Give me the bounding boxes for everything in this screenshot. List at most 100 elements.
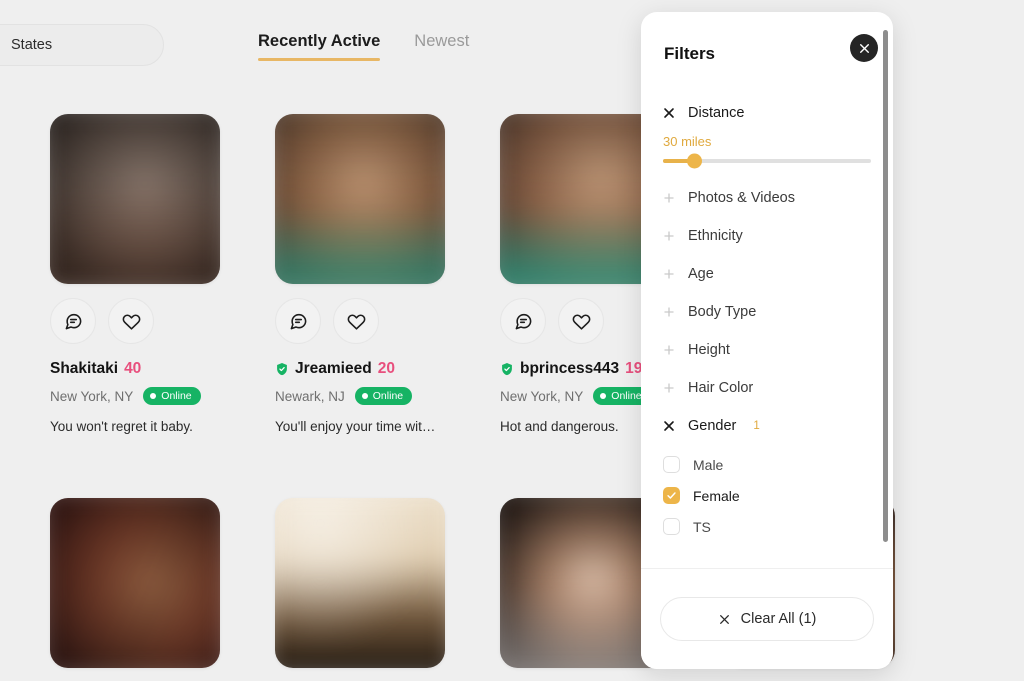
tab-recently-active[interactable]: Recently Active [258,32,381,61]
heart-icon [347,313,365,330]
tab-newest-label: Newest [414,32,470,50]
profile-photo[interactable] [50,498,220,668]
message-button[interactable] [500,298,546,344]
profile-photo[interactable] [50,114,220,284]
profile-username: Jreamieed [295,360,372,377]
filter-label-age: Age [688,266,714,282]
profile-bio: You won't regret it baby. [50,419,193,434]
profile-photo[interactable] [275,114,445,284]
message-button[interactable] [275,298,321,344]
filter-label-ethnicity: Ethnicity [688,228,743,244]
gender-option-female-label: Female [693,487,740,504]
card-actions [275,298,499,344]
like-button[interactable] [333,298,379,344]
distance-slider[interactable] [663,153,871,169]
location-search-field[interactable]: States [0,24,164,66]
filter-toggle-body-type[interactable]: Body Type [663,293,871,331]
filter-label-height: Height [688,342,730,358]
profile-age: 40 [124,360,142,377]
filter-toggle-photos-videos[interactable]: Photos & Videos [663,179,871,217]
gender-filter-count: 1 [753,420,760,432]
profile-location: New York, NY [50,388,134,404]
filter-toggle-ethnicity[interactable]: Ethnicity [663,217,871,255]
close-icon [859,43,869,53]
profile-username: bprincess443 [520,360,620,377]
filters-panel: Filters Distance 30 miles Photos & Video… [641,12,893,669]
like-button[interactable] [108,298,154,344]
profile-card[interactable] [50,498,274,668]
status-label: Online [372,390,404,402]
checkbox-male[interactable] [663,456,680,473]
filter-toggle-height[interactable]: Height [663,331,871,369]
filters-body: Distance 30 miles Photos & Videos Ethnic… [641,94,893,569]
filters-footer: Clear All (1) [641,568,893,669]
online-dot-icon [150,393,157,399]
checkbox-female[interactable] [663,487,680,504]
like-button[interactable] [558,298,604,344]
filter-label-distance: Distance [688,105,745,121]
filter-toggle-hair-color[interactable]: Hair Color [663,369,871,407]
close-icon [664,108,674,118]
heart-icon [122,313,140,330]
filter-label-body-type: Body Type [688,304,757,320]
filter-label-photos-videos: Photos & Videos [688,190,795,206]
profile-card[interactable]: Shakitaki 40 New York, NY Online You won… [50,114,274,434]
distance-slider-thumb[interactable] [687,153,703,169]
checkbox-ts[interactable] [663,518,680,535]
profile-age: 19 [625,360,643,377]
filters-scrollbar[interactable] [883,30,888,542]
filter-toggle-distance[interactable]: Distance [663,94,871,132]
gender-option-ts[interactable]: TS [663,511,871,542]
close-filters-button[interactable] [850,34,878,62]
close-icon [664,421,674,431]
gender-option-male[interactable]: Male [663,449,871,480]
heart-icon [572,313,590,330]
clear-all-label: Clear All (1) [740,611,817,627]
tab-recently-active-label: Recently Active [258,32,381,50]
clear-all-button[interactable]: Clear All (1) [660,597,874,641]
profile-age: 20 [377,360,395,377]
gender-option-ts-label: TS [693,518,711,535]
plus-icon [664,231,674,241]
gender-option-male-label: Male [693,456,724,473]
online-dot-icon [361,393,368,399]
profile-name-line: Shakitaki 40 [50,360,274,378]
message-button[interactable] [50,298,96,344]
gender-option-female[interactable]: Female [663,480,871,511]
verified-icon [502,363,512,376]
filter-toggle-gender[interactable]: Gender 1 [663,407,871,445]
distance-slider-block: 30 miles [641,132,893,179]
check-icon [667,492,676,499]
plus-icon [664,307,674,317]
profile-photo[interactable] [275,498,445,668]
filters-header: Filters [641,12,893,94]
close-icon [719,614,729,624]
profile-name-line: Jreamieed 20 [275,360,499,378]
filter-label-hair-color: Hair Color [688,380,754,396]
chat-bubble-icon [65,313,81,329]
profile-bio: You'll enjoy your time wit… [275,419,436,434]
profile-card[interactable]: Jreamieed 20 Newark, NJ Online You'll en… [275,114,499,434]
status-badge: Online [143,387,201,405]
tab-newest[interactable]: Newest [414,32,469,61]
distance-value: 30 miles [663,134,712,149]
plus-icon [664,345,674,355]
filter-sections-collapsed: Photos & Videos Ethnicity Age Body Type … [641,179,893,445]
plus-icon [664,383,674,393]
gender-options: Male Female TS [641,445,893,552]
chat-bubble-icon [290,313,306,329]
profile-card[interactable] [275,498,499,668]
status-badge: Online [354,387,413,405]
profile-meta: Newark, NJ Online [275,387,499,405]
online-dot-icon [600,393,607,399]
profile-username: Shakitaki [50,360,119,377]
card-actions [50,298,274,344]
plus-icon [664,193,674,203]
profile-location: New York, NY [500,388,584,404]
filter-toggle-age[interactable]: Age [663,255,871,293]
sort-tabs: Recently Active Newest [258,32,469,61]
location-value: States [11,37,53,53]
filter-label-gender: Gender [688,418,737,434]
filters-title: Filters [664,44,716,63]
profile-location: Newark, NJ [275,388,345,404]
